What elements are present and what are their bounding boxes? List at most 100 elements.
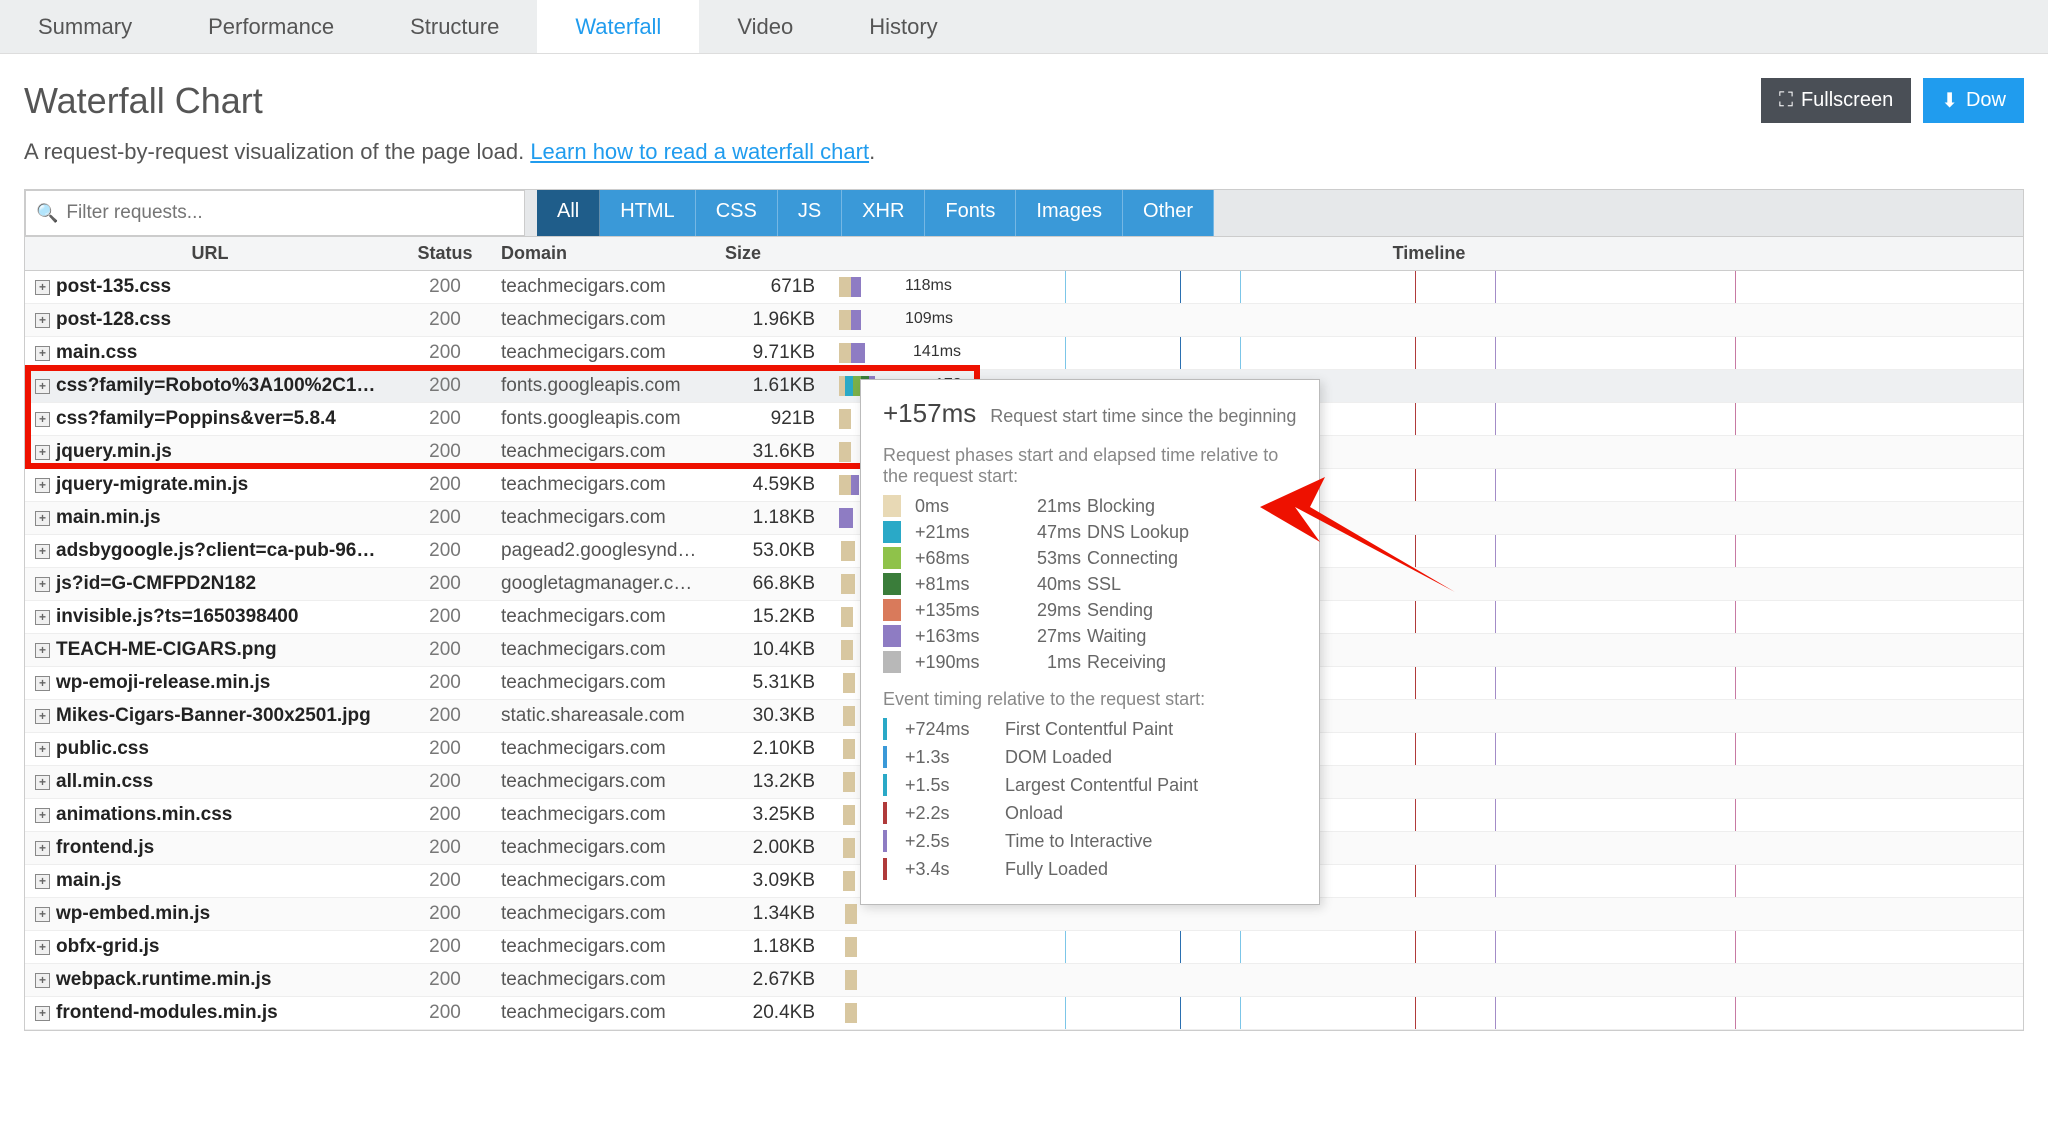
phase-swatch <box>883 599 901 621</box>
row-status: 200 <box>395 540 495 562</box>
subtitle-text: A request-by-request visualization of th… <box>24 139 530 164</box>
page-title: Waterfall Chart <box>24 80 263 122</box>
expand-icon[interactable]: + <box>35 577 50 592</box>
bar-segment <box>839 442 851 462</box>
chip-other[interactable]: Other <box>1123 190 1214 236</box>
row-status: 200 <box>395 936 495 958</box>
row-status: 200 <box>395 969 495 991</box>
learn-link[interactable]: Learn how to read a waterfall chart <box>530 139 869 164</box>
pointer-arrow <box>1255 472 1475 612</box>
tab-performance[interactable]: Performance <box>170 0 372 53</box>
expand-icon[interactable]: + <box>35 643 50 658</box>
filter-box[interactable]: 🔍 <box>25 190 525 236</box>
expand-icon[interactable]: + <box>35 412 50 427</box>
table-row[interactable]: +frontend-modules.min.js200teachmecigars… <box>25 997 2023 1030</box>
row-domain: teachmecigars.com <box>495 969 715 991</box>
bar-segment <box>841 640 853 660</box>
tab-history[interactable]: History <box>831 0 975 53</box>
phase-start: +163ms <box>915 626 1005 647</box>
phase-dur: 21ms <box>1011 496 1081 517</box>
tab-video[interactable]: Video <box>699 0 831 53</box>
chip-html[interactable]: HTML <box>600 190 695 236</box>
expand-icon[interactable]: + <box>35 313 50 328</box>
phase-dur: 27ms <box>1011 626 1081 647</box>
search-icon: 🔍 <box>36 203 58 224</box>
row-url: +wp-emoji-release.min.js <box>25 672 395 694</box>
row-url-text: js?id=G-CMFPD2N182 <box>56 573 256 595</box>
expand-icon[interactable]: + <box>35 445 50 460</box>
chip-css[interactable]: CSS <box>696 190 778 236</box>
expand-icon[interactable]: + <box>35 280 50 295</box>
row-url: +jquery-migrate.min.js <box>25 474 395 496</box>
row-size: 2.00KB <box>715 837 835 859</box>
expand-icon[interactable]: + <box>35 742 50 757</box>
table-row[interactable]: +post-135.css200teachmecigars.com671B118… <box>25 271 2023 304</box>
row-url-text: Mikes-Cigars-Banner-300x2501.jpg <box>56 705 371 727</box>
event-tick <box>883 830 887 852</box>
row-url: +obfx-grid.js <box>25 936 395 958</box>
row-url: +wp-embed.min.js <box>25 903 395 925</box>
fullscreen-label: Fullscreen <box>1801 89 1893 112</box>
expand-icon[interactable]: + <box>35 808 50 823</box>
row-domain: teachmecigars.com <box>495 639 715 661</box>
tab-summary[interactable]: Summary <box>0 0 170 53</box>
row-url: +css?family=Poppins&ver=5.8.4 <box>25 408 395 430</box>
tabs: SummaryPerformanceStructureWaterfallVide… <box>0 0 2048 54</box>
row-status: 200 <box>395 507 495 529</box>
expand-icon[interactable]: + <box>35 907 50 922</box>
row-domain: teachmecigars.com <box>495 870 715 892</box>
download-button[interactable]: ⬇ Dow <box>1923 78 2024 123</box>
expand-icon[interactable]: + <box>35 940 50 955</box>
row-size: 1.61KB <box>715 375 835 397</box>
bar-segment <box>843 706 855 726</box>
row-url: +adsbygoogle.js?client=ca-pub-96… <box>25 540 395 562</box>
expand-icon[interactable]: + <box>35 511 50 526</box>
table-row[interactable]: +obfx-grid.js200teachmecigars.com1.18KB <box>25 931 2023 964</box>
expand-icon[interactable]: + <box>35 544 50 559</box>
expand-icon[interactable]: + <box>35 346 50 361</box>
expand-icon[interactable]: + <box>35 1006 50 1021</box>
row-url-text: public.css <box>56 738 149 760</box>
expand-icon[interactable]: + <box>35 841 50 856</box>
tab-waterfall[interactable]: Waterfall <box>537 0 699 53</box>
row-domain: googletagmanager.c… <box>495 573 715 595</box>
filter-input[interactable] <box>66 202 514 224</box>
table-row[interactable]: +webpack.runtime.min.js200teachmecigars.… <box>25 964 2023 997</box>
column-headers: URL Status Domain Size Timeline <box>25 237 2023 271</box>
row-status: 200 <box>395 441 495 463</box>
row-domain: teachmecigars.com <box>495 276 715 298</box>
phase-swatch <box>883 573 901 595</box>
chip-all[interactable]: All <box>537 190 600 236</box>
expand-icon[interactable]: + <box>35 379 50 394</box>
fullscreen-button[interactable]: ⛶ Fullscreen <box>1761 78 1911 123</box>
row-size: 13.2KB <box>715 771 835 793</box>
col-url: URL <box>25 237 395 270</box>
event-tick <box>883 802 887 824</box>
phase-dur: 40ms <box>1011 574 1081 595</box>
expand-icon[interactable]: + <box>35 874 50 889</box>
expand-icon[interactable]: + <box>35 973 50 988</box>
col-timeline: Timeline <box>835 237 2023 270</box>
event-tick <box>883 718 887 740</box>
row-status: 200 <box>395 1002 495 1024</box>
expand-icon[interactable]: + <box>35 610 50 625</box>
expand-icon[interactable]: + <box>35 709 50 724</box>
chip-images[interactable]: Images <box>1016 190 1123 236</box>
expand-icon[interactable]: + <box>35 775 50 790</box>
expand-icon[interactable]: + <box>35 676 50 691</box>
row-url: +invisible.js?ts=1650398400 <box>25 606 395 628</box>
row-url: +main.js <box>25 870 395 892</box>
event-row: +724ms First Contentful Paint <box>883 718 1297 740</box>
table-row[interactable]: +main.css200teachmecigars.com9.71KB141ms <box>25 337 2023 370</box>
chip-js[interactable]: JS <box>778 190 842 236</box>
tab-structure[interactable]: Structure <box>372 0 537 53</box>
phase-swatch <box>883 625 901 647</box>
expand-icon[interactable]: + <box>35 478 50 493</box>
bar-segment <box>843 739 855 759</box>
table-row[interactable]: +post-128.css200teachmecigars.com1.96KB1… <box>25 304 2023 337</box>
chip-xhr[interactable]: XHR <box>842 190 925 236</box>
row-timeline <box>835 931 2023 963</box>
bar-segment <box>845 376 853 396</box>
row-domain: static.shareasale.com <box>495 705 715 727</box>
chip-fonts[interactable]: Fonts <box>925 190 1016 236</box>
